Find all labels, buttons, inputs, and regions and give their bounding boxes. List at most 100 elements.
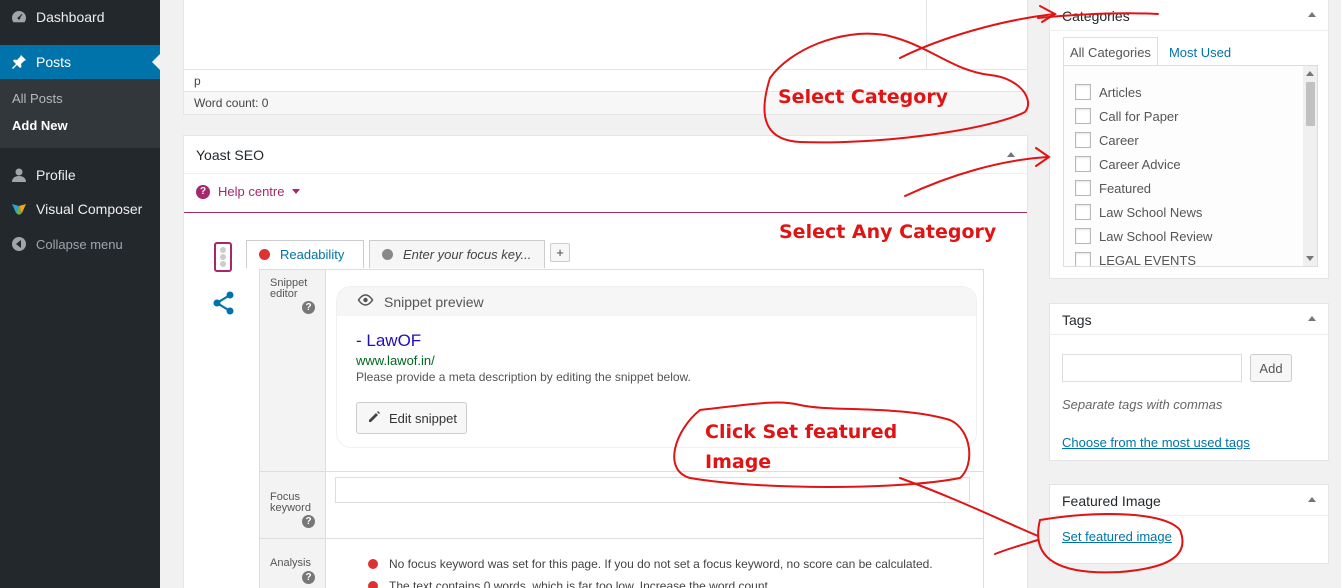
dashboard-icon: [10, 8, 28, 26]
featured-image-box: Featured Image Set featured image: [1049, 484, 1329, 564]
category-label: Articles: [1099, 84, 1142, 100]
category-item[interactable]: Call for Paper: [1075, 108, 1178, 124]
analysis-item: No focus keyword was set for this page. …: [368, 557, 933, 571]
category-item[interactable]: LEGAL EVENTS: [1075, 252, 1197, 267]
collapse-toggle-icon[interactable]: [1007, 152, 1015, 157]
category-label: Law School Review: [1099, 228, 1213, 244]
sidebar-item-posts[interactable]: Posts: [0, 45, 160, 79]
category-label: Featured: [1099, 180, 1152, 196]
checkbox[interactable]: [1075, 108, 1091, 124]
sidebar-item-label: Collapse menu: [36, 236, 123, 252]
category-item[interactable]: Career: [1075, 132, 1139, 148]
help-icon[interactable]: ?: [302, 571, 315, 584]
tab-label: Enter your focus key...: [403, 247, 532, 262]
posts-submenu: All Posts Add New: [0, 79, 160, 148]
scroll-thumb[interactable]: [1306, 82, 1315, 126]
annotation-click-set-featured: Click Set featured: [705, 421, 898, 443]
status-dot-icon: [259, 249, 270, 260]
collapse-toggle-icon[interactable]: [1308, 316, 1316, 321]
sidebar-item-dashboard[interactable]: Dashboard: [0, 0, 160, 34]
sidebar-item-visual-composer[interactable]: Visual Composer: [0, 192, 160, 226]
label-focus-2: keyword: [270, 502, 311, 514]
collapse-arrow-icon: [10, 235, 28, 253]
tags-header[interactable]: Tags: [1050, 304, 1328, 335]
snippet-preview-header: Snippet preview: [337, 287, 976, 316]
label-analysis: Analysis: [270, 557, 311, 569]
admin-sidebar: Dashboard Posts All Posts Add New Profil…: [0, 0, 160, 588]
sidebar-item-label: Visual Composer: [36, 201, 143, 217]
checkbox[interactable]: [1075, 156, 1091, 172]
help-icon: ?: [196, 184, 210, 199]
row-divider: [260, 538, 983, 539]
snippet-url[interactable]: www.lawof.in/: [356, 353, 435, 368]
status-dot-icon: [382, 249, 393, 260]
set-featured-image-link[interactable]: Set featured image: [1062, 529, 1172, 544]
category-item[interactable]: Law School News: [1075, 204, 1202, 220]
focus-keyword-input[interactable]: [335, 477, 970, 503]
traffic-light-icon: [214, 242, 232, 272]
checkbox[interactable]: [1075, 132, 1091, 148]
add-keyword-button[interactable]: +: [550, 243, 570, 262]
help-icon[interactable]: ?: [302, 515, 315, 528]
checkbox[interactable]: [1075, 252, 1091, 266]
editor-separator: [184, 69, 1027, 70]
tab-focus-keyword[interactable]: Enter your focus key...: [369, 240, 545, 268]
tab-all-categories[interactable]: All Categories: [1063, 37, 1158, 66]
help-icon[interactable]: ?: [302, 301, 315, 314]
analysis-text: The text contains 0 words, which is far …: [389, 579, 772, 588]
annotation-select-category: Select Category: [778, 86, 949, 108]
checkbox[interactable]: [1075, 84, 1091, 100]
edit-snippet-button[interactable]: Edit snippet: [356, 402, 467, 434]
category-item[interactable]: Articles: [1075, 84, 1142, 100]
scroll-down-icon[interactable]: [1306, 256, 1314, 261]
add-tag-button[interactable]: Add: [1250, 354, 1292, 382]
edit-snippet-label: Edit snippet: [389, 410, 457, 426]
editor-divider: [926, 0, 927, 70]
tag-hint: Separate tags with commas: [1062, 397, 1223, 412]
yoast-title: Yoast SEO: [196, 147, 264, 163]
categories-header[interactable]: Categories: [1050, 0, 1328, 31]
category-label: Law School News: [1099, 204, 1203, 220]
sidebar-item-profile[interactable]: Profile: [0, 158, 160, 192]
analysis-text: No focus keyword was set for this page. …: [389, 557, 933, 571]
featured-image-header[interactable]: Featured Image: [1050, 485, 1328, 516]
category-label: LEGAL EVENTS: [1099, 252, 1197, 267]
submenu-all-posts[interactable]: All Posts: [12, 91, 63, 106]
checkbox[interactable]: [1075, 180, 1091, 196]
label-snippet-2: editor: [270, 288, 298, 300]
pushpin-icon: [10, 53, 28, 71]
checkbox[interactable]: [1075, 204, 1091, 220]
submenu-add-new[interactable]: Add New: [12, 118, 68, 133]
category-item[interactable]: Law School Review: [1075, 228, 1212, 244]
category-item[interactable]: Featured: [1075, 180, 1151, 196]
yoast-divider: [184, 212, 1027, 213]
tab-label: Readability: [280, 247, 345, 262]
tag-input[interactable]: [1062, 354, 1242, 382]
category-scrollbar[interactable]: [1303, 66, 1317, 266]
tab-most-used[interactable]: Most Used: [1162, 37, 1238, 66]
user-icon: [10, 166, 28, 184]
collapse-menu-button[interactable]: Collapse menu: [0, 227, 160, 261]
annotation-image: Image: [705, 451, 772, 473]
category-item[interactable]: Career Advice: [1075, 156, 1181, 172]
scroll-up-icon[interactable]: [1306, 71, 1314, 76]
share-icon[interactable]: [212, 291, 236, 318]
bad-status-icon: [368, 559, 378, 569]
sidebar-item-label: Profile: [36, 167, 76, 183]
category-label: Career: [1099, 132, 1139, 148]
collapse-toggle-icon[interactable]: [1308, 12, 1316, 17]
snippet-title[interactable]: - LawOF: [356, 331, 421, 351]
checkbox[interactable]: [1075, 228, 1091, 244]
help-centre-button[interactable]: ? Help centre: [196, 184, 301, 199]
analysis-item: The text contains 0 words, which is far …: [368, 579, 771, 588]
eye-icon: [357, 293, 374, 310]
yoast-header[interactable]: Yoast SEO: [184, 136, 1027, 174]
category-tabs: All Categories Most Used: [1063, 37, 1242, 66]
label-column: Snippet editor ? Focus keyword ? Analysi…: [260, 270, 326, 588]
yoast-seo-panel: Yoast SEO ? Help centre Readability Ente…: [183, 135, 1028, 588]
snippet-description[interactable]: Please provide a meta description by edi…: [356, 370, 691, 384]
collapse-toggle-icon[interactable]: [1308, 497, 1316, 502]
choose-tags-link[interactable]: Choose from the most used tags: [1062, 435, 1250, 450]
pencil-icon: [367, 410, 381, 427]
tab-readability[interactable]: Readability: [246, 240, 364, 268]
